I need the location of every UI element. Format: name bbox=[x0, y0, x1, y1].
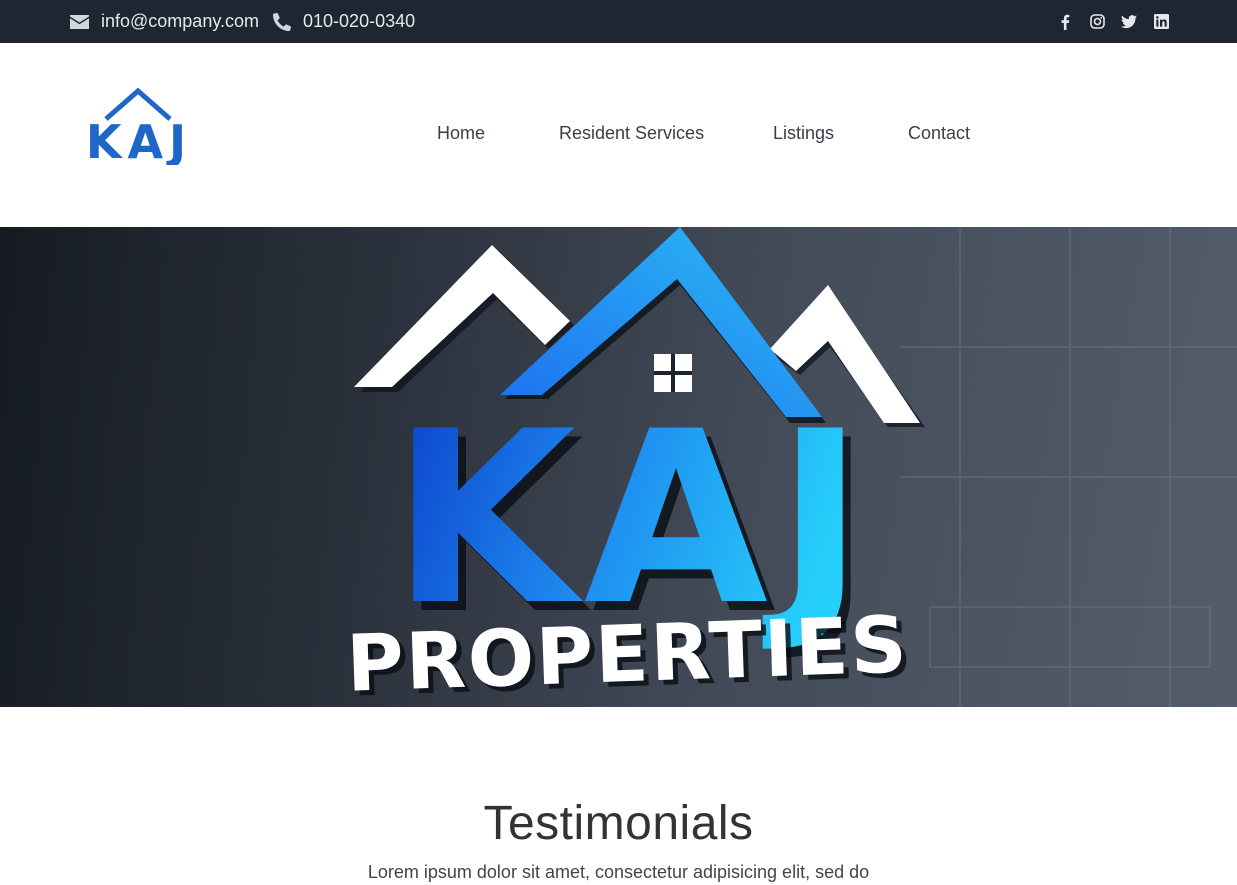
linkedin-icon[interactable] bbox=[1145, 14, 1177, 29]
email-text: info@company.com bbox=[101, 11, 260, 31]
phone-icon bbox=[273, 12, 292, 31]
social-links bbox=[1049, 0, 1177, 43]
testimonials-text: Lorem ipsum dolor sit amet, consectetur … bbox=[367, 862, 870, 882]
phone-link[interactable]: 010-020-0340 bbox=[273, 11, 415, 32]
top-bar: info@company.com 010-020-0340 bbox=[0, 0, 1237, 43]
site-header: KAJ Home Resident Services Listings Cont… bbox=[0, 43, 1237, 227]
phone-text: 010-020-0340 bbox=[303, 11, 416, 31]
twitter-icon[interactable] bbox=[1113, 14, 1145, 29]
instagram-icon[interactable] bbox=[1081, 14, 1113, 29]
email-link[interactable]: info@company.com bbox=[70, 11, 259, 32]
hero-banner: KAJ KAJ PROPERTIES PROPERTIES bbox=[0, 227, 1237, 707]
facebook-icon[interactable] bbox=[1049, 14, 1081, 30]
nav-contact[interactable]: Contact bbox=[908, 123, 970, 144]
contact-info: info@company.com 010-020-0340 bbox=[70, 0, 429, 43]
nav-home[interactable]: Home bbox=[437, 123, 485, 144]
hero-word: PROPERTIES bbox=[345, 600, 910, 707]
envelope-icon bbox=[70, 14, 89, 29]
hero-logo-image: KAJ KAJ PROPERTIES PROPERTIES bbox=[0, 227, 1237, 707]
nav-listings[interactable]: Listings bbox=[773, 123, 834, 144]
testimonials-title: Testimonials bbox=[483, 797, 754, 850]
main-nav: Home Resident Services Listings Contact bbox=[0, 43, 1237, 227]
nav-resident-services[interactable]: Resident Services bbox=[559, 123, 704, 144]
